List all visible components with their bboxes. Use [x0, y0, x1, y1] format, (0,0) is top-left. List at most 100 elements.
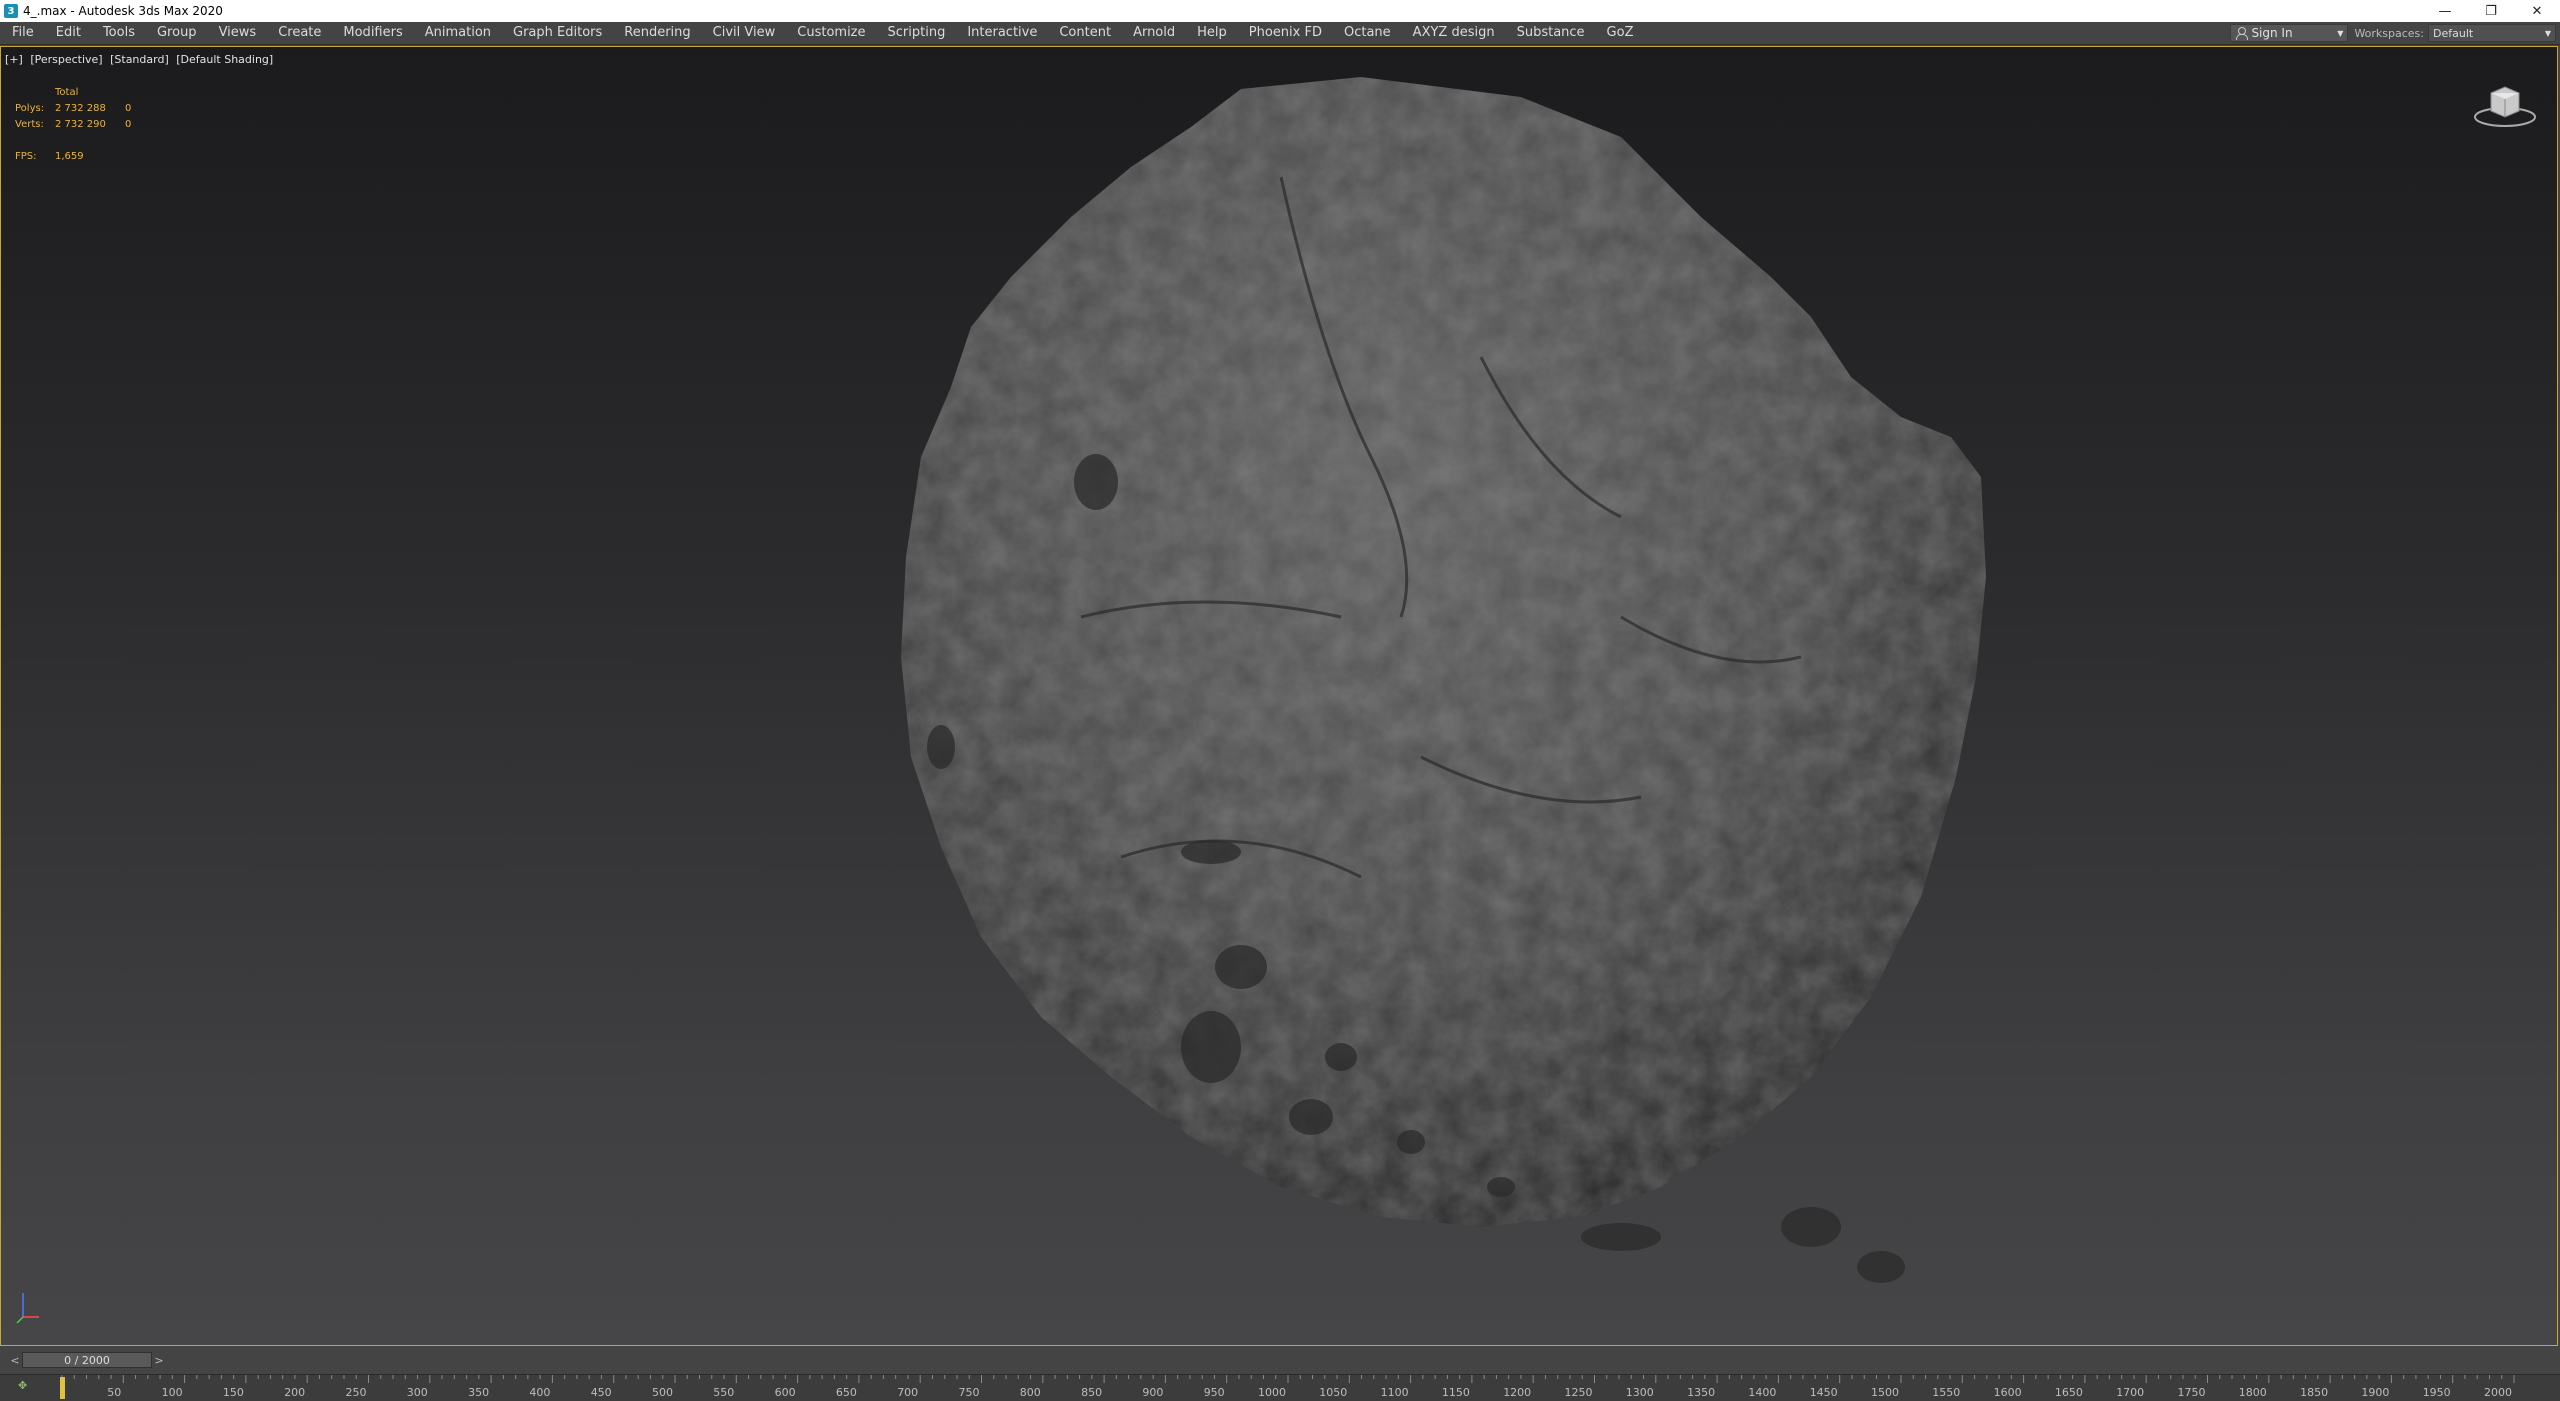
- ruler-tick-label: 1600: [1994, 1386, 2022, 1399]
- menu-graph-editors[interactable]: Graph Editors: [502, 22, 613, 44]
- menu-edit[interactable]: Edit: [45, 22, 92, 44]
- workspaces-select[interactable]: Default ▼: [2428, 24, 2556, 42]
- menu-customize[interactable]: Customize: [786, 22, 876, 44]
- viewport-shading-menu[interactable]: [Default Shading]: [176, 53, 273, 66]
- title-bar: 3 4_.max - Autodesk 3ds Max 2020 — ❐ ✕: [0, 0, 2560, 22]
- menu-goz[interactable]: GoZ: [1596, 22, 1645, 44]
- frame-ruler: 50 100 150 200 250 300 350 400 450 500 550 600 650 70…: [60, 1375, 2515, 1399]
- ruler-tick-label: 1450: [1810, 1386, 1838, 1399]
- window-title: 4_.max - Autodesk 3ds Max 2020: [23, 4, 223, 18]
- ruler-tick-label: 50: [107, 1386, 121, 1399]
- menu-views[interactable]: Views: [208, 22, 268, 44]
- ruler-tick-label: 1850: [2300, 1386, 2328, 1399]
- current-frame-marker[interactable]: [60, 1377, 65, 1399]
- menu-create[interactable]: Create: [267, 22, 332, 44]
- ruler-tick-label: 1150: [1442, 1386, 1470, 1399]
- menu-content[interactable]: Content: [1048, 22, 1122, 44]
- ruler-tick-label: 1950: [2423, 1386, 2451, 1399]
- ruler-tick-label: 1400: [1748, 1386, 1776, 1399]
- ruler-tick-label: 1500: [1871, 1386, 1899, 1399]
- viewport-standard-menu[interactable]: [Standard]: [110, 53, 169, 66]
- time-slider-next-button[interactable]: >: [152, 1352, 166, 1368]
- ruler-tick-label: 200: [284, 1386, 305, 1399]
- ruler-tick-label: 850: [1081, 1386, 1102, 1399]
- menu-rendering[interactable]: Rendering: [613, 22, 701, 44]
- stats-fps-label: FPS:: [15, 151, 37, 162]
- ruler-tick-label: 1050: [1319, 1386, 1347, 1399]
- stats-verts-value: 2 732 290: [55, 119, 106, 130]
- ruler-tick-label: 750: [959, 1386, 980, 1399]
- ruler-tick-label: 1550: [1932, 1386, 1960, 1399]
- menu-substance[interactable]: Substance: [1506, 22, 1596, 44]
- ruler-tick-label: 300: [407, 1386, 428, 1399]
- ruler-tick-label: 1700: [2116, 1386, 2144, 1399]
- app-logo-icon: 3: [4, 4, 18, 18]
- ruler-tick-label: 1200: [1503, 1386, 1531, 1399]
- stats-verts-label: Verts:: [15, 119, 44, 130]
- time-slider-thumb[interactable]: 0 / 2000: [22, 1352, 152, 1368]
- menu-animation[interactable]: Animation: [414, 22, 502, 44]
- menu-interactive[interactable]: Interactive: [956, 22, 1048, 44]
- chevron-down-icon: ▼: [2337, 28, 2344, 38]
- time-slider-prev-button[interactable]: <: [8, 1352, 22, 1368]
- menu-group[interactable]: Group: [146, 22, 208, 44]
- ruler-tick-label: 1250: [1565, 1386, 1593, 1399]
- main-menu: File Edit Tools Group Views Create Modifiers An…: [0, 22, 2230, 44]
- rock-mesh[interactable]: [721, 57, 2021, 1346]
- stats-verts-selected: 0: [125, 119, 132, 130]
- ruler-tick-label: 1350: [1687, 1386, 1715, 1399]
- menu-scripting[interactable]: Scripting: [877, 22, 957, 44]
- ruler-tick-label: 1300: [1626, 1386, 1654, 1399]
- restore-icon[interactable]: ❐: [2468, 0, 2514, 22]
- menu-help[interactable]: Help: [1186, 22, 1238, 44]
- ruler-tick-label: 800: [1020, 1386, 1041, 1399]
- minimize-icon[interactable]: —: [2422, 0, 2468, 22]
- viewcube-icon[interactable]: [2469, 77, 2539, 137]
- stats-total-label: Total: [55, 87, 79, 98]
- axis-tripod-icon: [16, 1293, 39, 1324]
- ruler-tick-label: 450: [591, 1386, 612, 1399]
- stats-polys-label: Polys:: [15, 103, 45, 114]
- track-bar[interactable]: ✥ 50 100 150 200 250 300 350 400 450 500 550 600 650…: [0, 1374, 2560, 1401]
- menu-axyz-design[interactable]: AXYZ design: [1402, 22, 1506, 44]
- viewport-general-menu[interactable]: [+]: [5, 53, 23, 66]
- menu-tools[interactable]: Tools: [92, 22, 146, 44]
- menu-civil-view[interactable]: Civil View: [702, 22, 787, 44]
- sign-in-dropdown[interactable]: Sign In ▼: [2230, 24, 2349, 42]
- viewport-pov-menu[interactable]: [Perspective]: [30, 53, 102, 66]
- ruler-tick-label: 400: [529, 1386, 550, 1399]
- ruler-tick-label: 600: [775, 1386, 796, 1399]
- ruler-tick-label: 500: [652, 1386, 673, 1399]
- chevron-down-icon: ▼: [2544, 28, 2551, 38]
- ruler-tick-label: 350: [468, 1386, 489, 1399]
- stats-polys-selected: 0: [125, 103, 132, 114]
- perspective-viewport[interactable]: [+] [Perspective] [Standard] [Default Sh…: [0, 46, 2558, 1346]
- ruler-tick-label: 700: [897, 1386, 918, 1399]
- menu-octane[interactable]: Octane: [1333, 22, 1402, 44]
- workspaces-value: Default: [2433, 26, 2474, 40]
- window-controls: — ❐ ✕: [2422, 0, 2560, 22]
- ruler-tick-label: 650: [836, 1386, 857, 1399]
- menu-modifiers[interactable]: Modifiers: [332, 22, 413, 44]
- stats-fps-value: 1,659: [55, 151, 84, 162]
- ruler-tick-label: 900: [1142, 1386, 1163, 1399]
- menu-arnold[interactable]: Arnold: [1122, 22, 1186, 44]
- close-icon[interactable]: ✕: [2514, 0, 2560, 22]
- workspaces-label: Workspaces:: [2354, 26, 2424, 40]
- ruler-tick-label: 1650: [2055, 1386, 2083, 1399]
- time-slider: < 0 / 2000 >: [0, 1346, 2560, 1374]
- ruler-tick-label: 1750: [2178, 1386, 2206, 1399]
- user-icon: [2235, 27, 2249, 40]
- ruler-tick-label: 250: [346, 1386, 367, 1399]
- menu-phoenix-fd[interactable]: Phoenix FD: [1238, 22, 1333, 44]
- workspaces-control: Workspaces: Default ▼: [2354, 24, 2556, 42]
- viewport-label-menu: [+] [Perspective] [Standard] [Default Sh…: [5, 53, 277, 66]
- ruler-tick-label: 150: [223, 1386, 244, 1399]
- ruler-tick-label: 950: [1204, 1386, 1225, 1399]
- ruler-tick-label: 1000: [1258, 1386, 1286, 1399]
- ruler-tick-label: 2000: [2484, 1386, 2512, 1399]
- sign-in-label: Sign In: [2251, 26, 2293, 40]
- menu-file[interactable]: File: [0, 22, 45, 44]
- ruler-tick-label: 1800: [2239, 1386, 2267, 1399]
- stats-polys-value: 2 732 288: [55, 103, 106, 114]
